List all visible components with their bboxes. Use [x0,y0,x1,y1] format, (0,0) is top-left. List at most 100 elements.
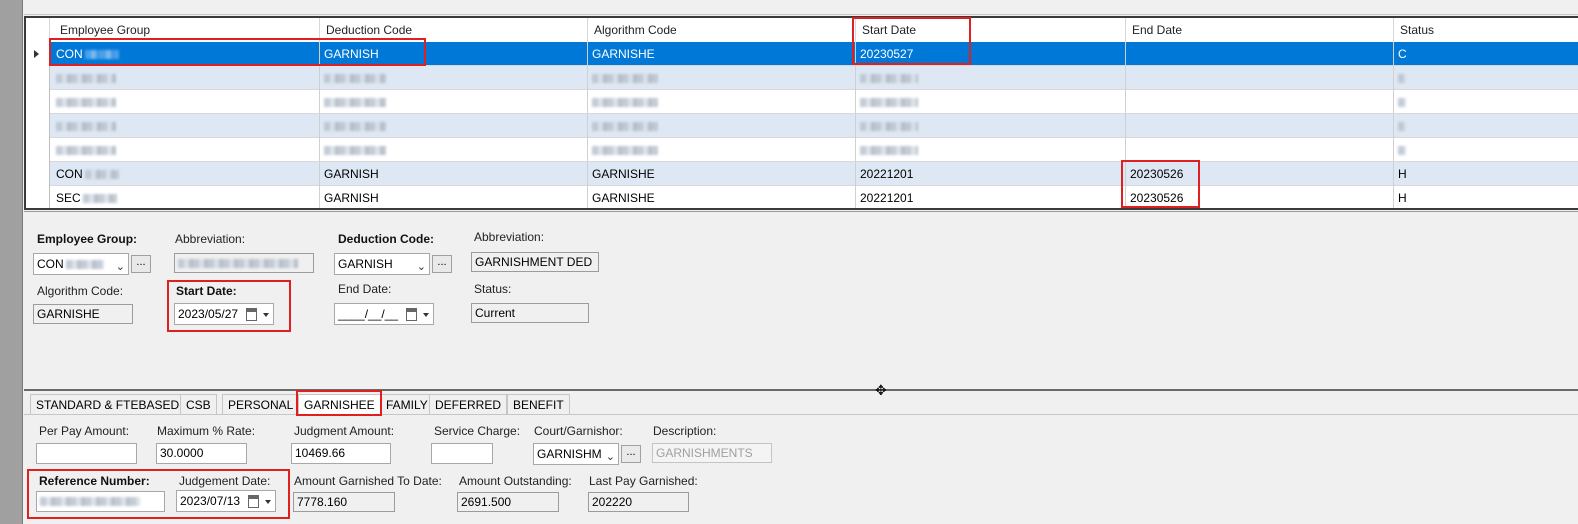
row-header[interactable] [26,90,50,114]
cell-end[interactable] [1126,90,1394,114]
employee-group-label: Employee Group: [37,232,138,246]
tab-deferred[interactable]: DEFERRED [429,394,508,415]
cell-status[interactable] [1394,90,1578,114]
table-row[interactable] [26,114,1578,138]
end-date-picker[interactable]: ____/__/__ [334,303,434,325]
redacted-text [592,74,658,84]
cell-deduction[interactable]: GARNISH [320,162,588,186]
cell-algorithm[interactable]: GARNISHE [588,186,856,208]
tab-standard-ftebased[interactable]: STANDARD & FTEBASED [30,394,186,415]
cell-deduction[interactable]: GARNISH [320,42,588,66]
employee-group-select[interactable]: CON ⌄ [33,253,129,275]
cell-group[interactable] [50,66,320,90]
cell-status[interactable] [1394,114,1578,138]
cell-algorithm[interactable] [588,66,856,90]
deduction-code-lookup-button[interactable]: ... [432,255,452,273]
deduction-grid[interactable]: Employee Group Deduction Code Algorithm … [24,16,1578,210]
cell-algorithm[interactable]: GARNISHE [588,162,856,186]
judgement-date-picker[interactable]: 2023/07/13 [176,490,276,512]
cell-end[interactable]: 20230526 [1126,186,1394,208]
col-algorithm-code[interactable]: Algorithm Code [588,18,856,42]
cell-algorithm[interactable]: GARNISHE [588,42,856,66]
tab-garnishee[interactable]: GARNISHEE [298,394,381,415]
dropdown-caret-icon[interactable] [423,313,429,317]
cell-end[interactable] [1126,138,1394,162]
cell-algorithm[interactable] [588,138,856,162]
cell-deduction[interactable] [320,114,588,138]
table-row[interactable]: CON GARNISH GARNISHE 20230527 C [26,42,1578,66]
cell-group[interactable] [50,90,320,114]
court-garnishor-select[interactable]: GARNISHM ⌄ [533,443,619,465]
per-pay-amount-input[interactable] [36,443,137,464]
cell-start[interactable]: 20230527 [856,42,1126,66]
col-end-date[interactable]: End Date [1126,18,1394,42]
table-row[interactable] [26,138,1578,162]
table-row[interactable] [26,90,1578,114]
reference-number-input[interactable] [36,491,165,512]
col-employee-group[interactable]: Employee Group [50,18,320,42]
tab-benefit[interactable]: BENEFIT [507,394,570,415]
cell-group[interactable] [50,138,320,162]
max-rate-input[interactable]: 30.0000 [156,443,247,464]
col-deduction-code[interactable]: Deduction Code [320,18,588,42]
cell-end[interactable] [1126,42,1394,66]
judgment-amount-input[interactable]: 10469.66 [291,443,391,464]
cell-end[interactable] [1126,114,1394,138]
cell-start[interactable] [856,114,1126,138]
employee-group-value: CON [37,257,64,271]
cell-start[interactable] [856,66,1126,90]
employee-group-lookup-button[interactable]: ... [131,255,151,273]
calendar-icon[interactable] [406,308,417,321]
max-rate-label: Maximum % Rate: [157,424,256,438]
cell-start[interactable]: 20221201 [856,186,1126,208]
cell-group[interactable]: CON [50,42,320,66]
col-start-date[interactable]: Start Date [856,18,1126,42]
calendar-icon[interactable] [246,308,257,321]
dropdown-caret-icon[interactable] [265,500,271,504]
cell-deduction[interactable]: GARNISH [320,186,588,208]
cell-group[interactable]: SEC [50,186,320,208]
cell-status[interactable] [1394,138,1578,162]
service-charge-input[interactable] [431,443,493,464]
cell-start[interactable] [856,90,1126,114]
cell-status[interactable]: H [1394,162,1578,186]
table-row[interactable]: CON GARNISH GARNISHE 20221201 20230526 H [26,162,1578,186]
table-row[interactable] [26,66,1578,90]
cell-deduction[interactable] [320,90,588,114]
tab-personal[interactable]: PERSONAL [222,394,300,415]
row-header[interactable] [26,114,50,138]
row-header[interactable] [26,138,50,162]
table-row[interactable]: SEC GARNISH GARNISHE 20221201 20230526 H [26,186,1578,208]
cell-group[interactable]: CON [50,162,320,186]
row-header[interactable] [26,66,50,90]
tab-family[interactable]: FAMILY [380,394,434,415]
cell-group[interactable] [50,114,320,138]
cell-start[interactable] [856,138,1126,162]
cell-algorithm[interactable] [588,114,856,138]
amount-outstanding-field: 2691.500 [457,492,559,512]
cell-text: GARNISHE [592,191,655,205]
cell-end[interactable] [1126,66,1394,90]
cell-status[interactable] [1394,66,1578,90]
cell-status[interactable]: C [1394,42,1578,66]
row-header[interactable] [26,162,50,186]
cell-start[interactable]: 20221201 [856,162,1126,186]
row-header[interactable] [26,42,50,66]
row-header[interactable] [26,186,50,208]
cell-end[interactable]: 20230526 [1126,162,1394,186]
panel-splitter[interactable] [24,389,1578,391]
cell-text: GARNISHE [592,47,655,61]
cell-deduction[interactable] [320,138,588,162]
tab-csb[interactable]: CSB [180,394,217,415]
cell-algorithm[interactable] [588,90,856,114]
col-status[interactable]: Status [1394,18,1578,42]
cell-status[interactable]: H [1394,186,1578,208]
start-date-value: 2023/05/27 [178,307,239,321]
deduction-code-select[interactable]: GARNISH ⌄ [334,253,430,275]
redacted-text [592,122,658,132]
cell-deduction[interactable] [320,66,588,90]
dropdown-caret-icon[interactable] [263,313,269,317]
start-date-picker[interactable]: 2023/05/27 [174,303,274,325]
calendar-icon[interactable] [248,495,259,508]
court-garnishor-lookup-button[interactable]: ... [621,445,641,463]
